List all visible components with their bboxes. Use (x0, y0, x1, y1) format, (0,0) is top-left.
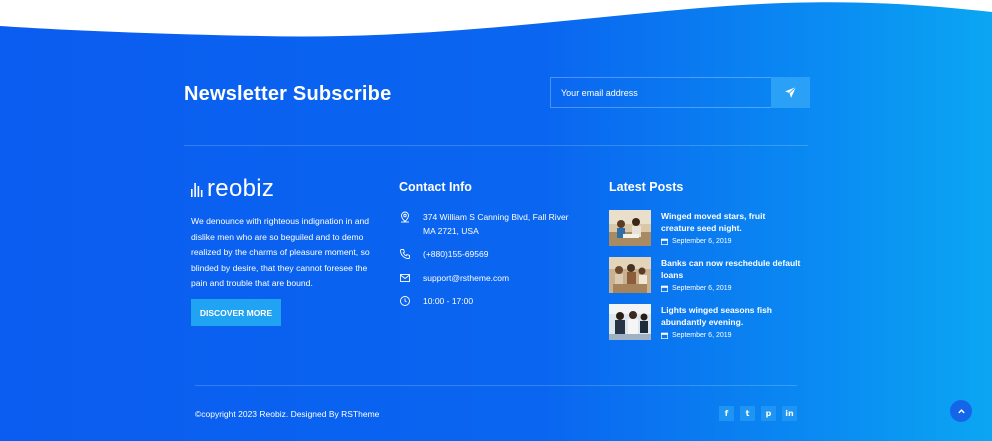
scroll-to-top-button[interactable] (950, 400, 972, 422)
social-links: f t p in (719, 406, 797, 421)
post-title[interactable]: Lights winged seasons fish abundantly ev… (661, 304, 801, 328)
post-date-text: September 6, 2019 (672, 238, 732, 245)
post-date-text: September 6, 2019 (672, 285, 732, 292)
post-body: Banks can now reschedule default loans S… (661, 257, 801, 293)
discover-more-button[interactable]: DISCOVER MORE (191, 299, 281, 326)
contact-hours-text: 10:00 - 17:00 (423, 296, 474, 306)
copyright-text: ©copyright 2023 Reobiz. Designed By RSTh… (195, 409, 380, 419)
subscribe-button[interactable] (771, 77, 810, 108)
calendar-icon (661, 238, 668, 245)
facebook-icon[interactable]: f (719, 406, 734, 421)
top-wave-decoration (0, 0, 992, 37)
post-date: September 6, 2019 (661, 332, 801, 339)
bottom-divider (195, 385, 797, 386)
email-input[interactable] (550, 77, 771, 108)
brand-logo[interactable]: reobiz (191, 175, 274, 203)
post-title[interactable]: Banks can now reschedule default loans (661, 257, 801, 281)
newsletter-form (550, 77, 810, 108)
post-title[interactable]: Winged moved stars, fruit creature seed … (661, 210, 801, 234)
calendar-icon (661, 332, 668, 339)
section-divider (184, 145, 808, 146)
contact-info-title: Contact Info (399, 180, 472, 194)
post-date-text: September 6, 2019 (672, 332, 732, 339)
clock-icon (400, 296, 410, 306)
calendar-icon (661, 285, 668, 292)
post-thumbnail[interactable] (609, 304, 651, 340)
post-date: September 6, 2019 (661, 238, 801, 245)
bars-icon (191, 183, 203, 197)
post-item[interactable]: Winged moved stars, fruit creature seed … (609, 210, 801, 246)
contact-phone-text: (+880)155-69569 (423, 249, 489, 259)
map-pin-icon (401, 211, 409, 223)
post-thumbnail[interactable] (609, 210, 651, 246)
paper-plane-icon (785, 86, 797, 98)
post-body: Lights winged seasons fish abundantly ev… (661, 304, 801, 340)
latest-posts-title: Latest Posts (609, 180, 684, 194)
pinterest-icon[interactable]: p (761, 406, 776, 421)
contact-email-text: support@rstheme.com (423, 273, 510, 283)
contact-address: 374 William S Canning Blvd, Fall River M… (399, 210, 583, 238)
twitter-icon[interactable]: t (740, 406, 755, 421)
site-footer: Newsletter Subscribe reobiz We denounce … (0, 0, 992, 441)
chevron-up-icon (957, 408, 965, 413)
post-item[interactable]: Lights winged seasons fish abundantly ev… (609, 304, 801, 340)
contact-phone[interactable]: (+880)155-69569 (399, 247, 583, 261)
contact-hours: 10:00 - 17:00 (399, 294, 583, 308)
logo-text: reobiz (207, 175, 275, 202)
envelope-icon (400, 274, 410, 282)
post-date: September 6, 2019 (661, 285, 801, 292)
about-text: We denounce with righteous indignation i… (191, 216, 370, 288)
post-thumbnail[interactable] (609, 257, 651, 293)
contact-address-text: 374 William S Canning Blvd, Fall River M… (423, 212, 569, 236)
post-body: Winged moved stars, fruit creature seed … (661, 210, 801, 246)
contact-email[interactable]: support@rstheme.com (399, 271, 583, 285)
linkedin-icon[interactable]: in (782, 406, 797, 421)
post-item[interactable]: Banks can now reschedule default loans S… (609, 257, 801, 293)
newsletter-title: Newsletter Subscribe (184, 83, 392, 105)
phone-icon (400, 249, 410, 259)
